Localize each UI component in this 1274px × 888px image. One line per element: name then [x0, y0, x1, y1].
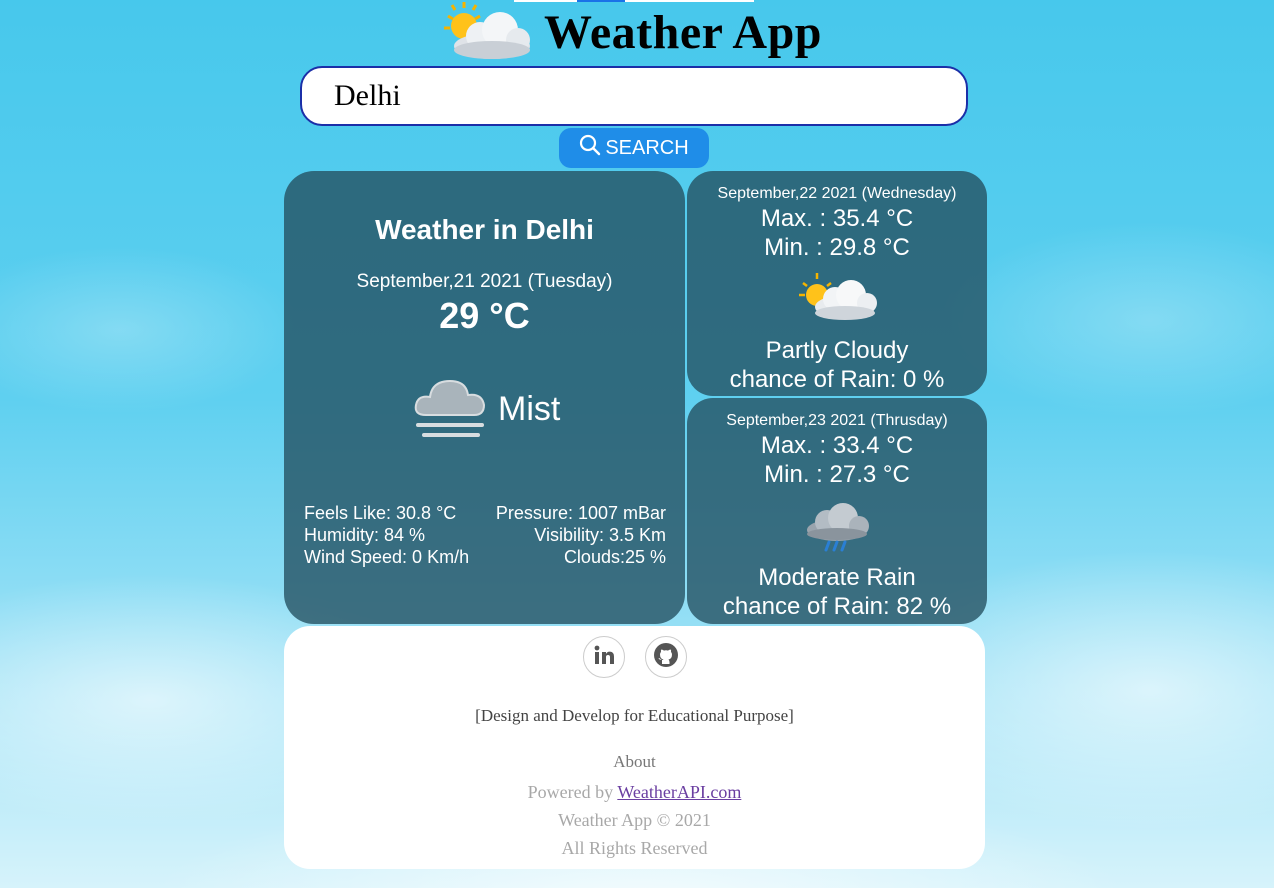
forecast-rain-chance: chance of Rain: 0 % — [729, 366, 945, 393]
visibility: Visibility: 3.5 Km — [534, 525, 666, 545]
forecast-date: September,22 2021 (Wednesday) — [717, 185, 957, 202]
rights-reserved: All Rights Reserved — [561, 838, 708, 858]
app-header: Weather App — [440, 0, 840, 64]
powered-by: Powered by WeatherAPI.com — [284, 782, 985, 803]
search-icon — [579, 134, 601, 162]
github-link[interactable] — [644, 636, 687, 678]
github-icon — [653, 642, 679, 673]
stats-row: Feels Like: 30.8 °C Pressure: 1007 mBar — [304, 502, 666, 524]
forecast-condition: Partly Cloudy — [765, 337, 909, 364]
feels-like: Feels Like: 30.8 °C — [304, 503, 457, 523]
forecast-date: September,23 2021 (Thrusday) — [726, 412, 948, 429]
pressure: Pressure: 1007 mBar — [495, 503, 666, 523]
app-title: Weather App — [544, 5, 822, 59]
current-weather-card: Weather in Delhi September,21 2021 (Tues… — [284, 171, 685, 624]
current-condition-text: Mist — [498, 390, 561, 428]
current-temperature: 29 °C — [439, 295, 530, 336]
forecast-rain-chance: chance of Rain: 82 % — [722, 593, 952, 620]
fog-cloud-icon — [412, 373, 488, 446]
clouds: Clouds:25 % — [563, 547, 666, 567]
current-stats: Feels Like: 30.8 °C Pressure: 1007 mBar … — [304, 502, 666, 568]
linkedin-link[interactable] — [582, 636, 625, 678]
about-link[interactable]: About — [284, 752, 985, 772]
partly-cloudy-icon — [795, 271, 879, 328]
current-location-title: Weather in Delhi — [375, 214, 594, 245]
stats-row: Humidity: 84 % Visibility: 3.5 Km — [304, 524, 666, 546]
forecast-card-day-2: September,23 2021 (Thrusday) Max. : 33.4… — [687, 398, 987, 624]
current-condition: Mist — [412, 373, 560, 446]
sun-behind-cloud-icon — [440, 0, 536, 64]
forecast-max-temp: Max. : 35.4 °C — [760, 205, 914, 232]
forecast-card-day-1: September,22 2021 (Wednesday) Max. : 35.… — [687, 171, 987, 396]
copyright: Weather App © 2021 — [558, 810, 711, 830]
wind-speed: Wind Speed: 0 Km/h — [304, 547, 470, 567]
search-button-label: SEARCH — [605, 136, 689, 159]
weatherapi-link[interactable]: WeatherAPI.com — [617, 782, 741, 802]
powered-by-prefix: Powered by — [527, 782, 618, 802]
footer: [Design and Develop for Educational Purp… — [284, 626, 985, 869]
forecast-condition: Moderate Rain — [758, 564, 916, 591]
linkedin-icon — [593, 644, 615, 671]
forecast-min-temp: Min. : 27.3 °C — [764, 461, 910, 488]
humidity: Humidity: 84 % — [304, 525, 426, 545]
stats-row: Wind Speed: 0 Km/h Clouds:25 % — [304, 546, 666, 568]
rain-cloud-icon — [795, 498, 879, 567]
social-links — [284, 636, 985, 678]
current-date: September,21 2021 (Tuesday) — [356, 271, 613, 292]
footer-purpose-note: [Design and Develop for Educational Purp… — [475, 706, 794, 725]
city-search-input[interactable] — [300, 66, 968, 126]
search-button[interactable]: SEARCH — [559, 128, 709, 168]
forecast-min-temp: Min. : 29.8 °C — [764, 234, 910, 261]
forecast-max-temp: Max. : 33.4 °C — [760, 432, 914, 459]
